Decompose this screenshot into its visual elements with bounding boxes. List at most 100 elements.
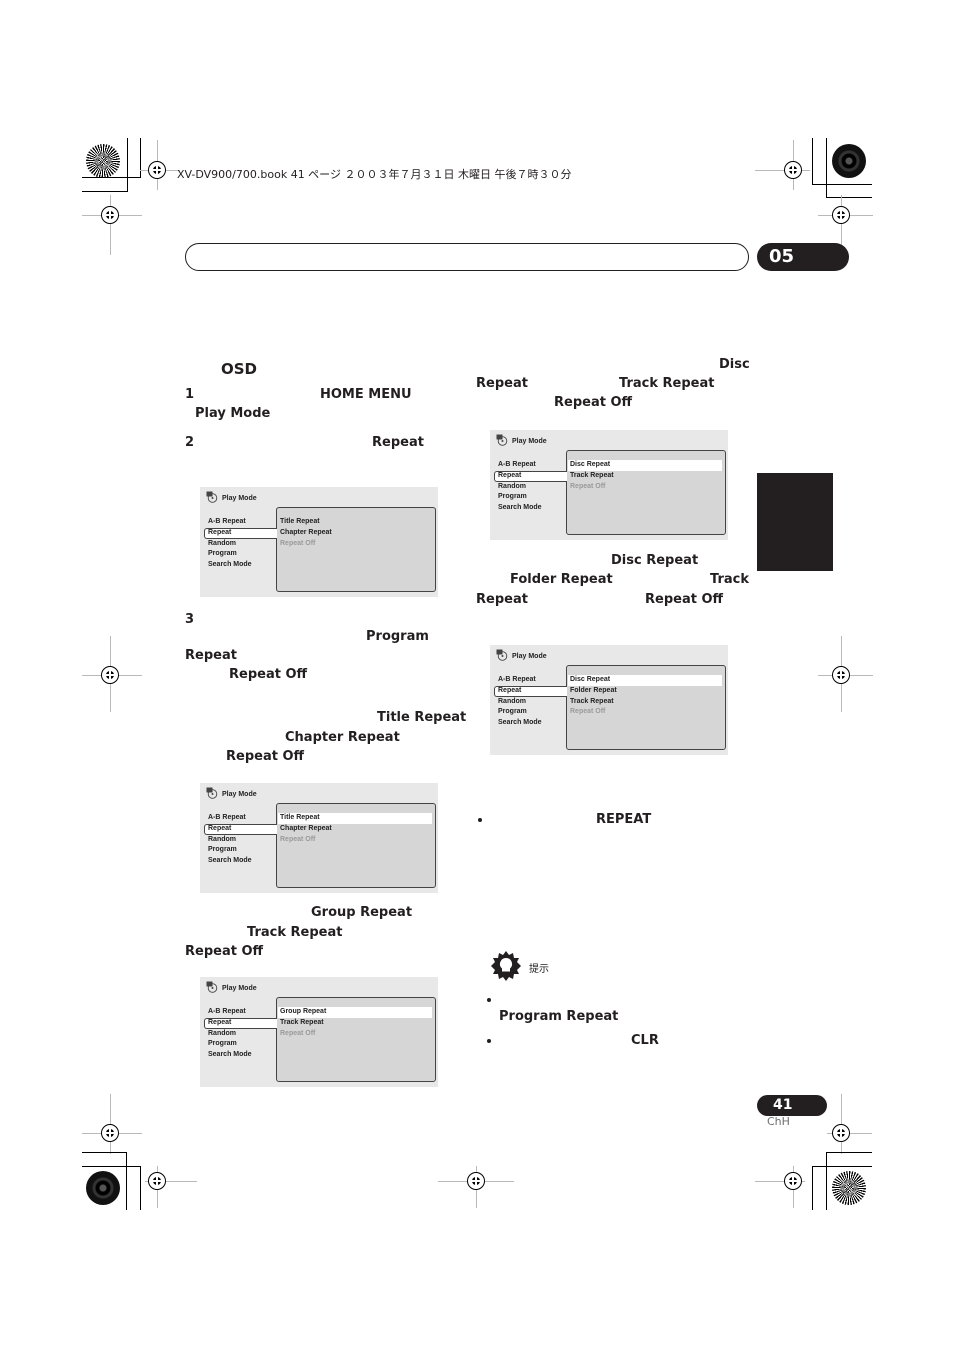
osd-menu-item[interactable]: Program xyxy=(498,707,542,718)
osd-menu-item[interactable]: Search Mode xyxy=(208,1050,252,1061)
registration-mark xyxy=(832,1124,850,1142)
key-track: Track xyxy=(710,572,749,587)
key-disc: Disc xyxy=(719,357,750,372)
osd-option-item: Repeat Off xyxy=(280,539,316,547)
osd-option-item[interactable]: Disc Repeat xyxy=(568,675,722,686)
osd-title: Play Mode xyxy=(222,985,257,992)
osd-menu-item[interactable]: Program xyxy=(208,845,252,856)
osd-menu-item[interactable]: A-B Repeat xyxy=(208,813,252,824)
osd-heading: OSD xyxy=(221,360,258,378)
reg-line xyxy=(110,195,111,255)
osd-menu-item[interactable]: Random xyxy=(208,1029,252,1040)
osd-menu-list: A-B Repeat Repeat Random Program Search Mode xyxy=(494,675,567,729)
osd-screen-play-mode: Play Mode A-B Repeat Repeat Random Program Se… xyxy=(200,977,438,1087)
crop-line xyxy=(826,1152,872,1153)
osd-title: Play Mode xyxy=(512,438,547,445)
page-number-badge: 41 xyxy=(757,1095,827,1116)
osd-title: Play Mode xyxy=(222,495,257,502)
osd-option-item[interactable]: Title Repeat xyxy=(280,517,432,528)
crop-starburst-top-left xyxy=(86,144,120,178)
osd-menu-item[interactable]: Repeat xyxy=(498,686,542,697)
osd-menu-item[interactable]: Search Mode xyxy=(498,718,542,729)
disc-play-mode-icon xyxy=(496,649,508,661)
osd-menu-item[interactable]: A-B Repeat xyxy=(498,675,542,686)
crop-line xyxy=(140,1166,141,1210)
osd-option-item[interactable]: Group Repeat xyxy=(278,1007,432,1018)
registration-mark xyxy=(101,666,119,684)
registration-mark xyxy=(101,1124,119,1142)
crop-line xyxy=(82,1152,127,1153)
step-number: 2 xyxy=(185,435,195,450)
crop-line xyxy=(812,184,872,185)
key-repeat-off: Repeat Off xyxy=(554,395,633,410)
crop-line xyxy=(127,138,128,192)
osd-screen-play-mode: Play Mode A-B Repeat Repeat Random Program Se… xyxy=(490,430,728,540)
key-group-repeat: Group Repeat xyxy=(311,905,413,920)
osd-option-list: Title Repeat Chapter Repeat Repeat Off xyxy=(280,517,432,549)
hint-lightbulb-icon xyxy=(491,951,521,981)
osd-menu-list: A-B Repeat Repeat Random Program Search Mode xyxy=(494,460,567,514)
crop-line xyxy=(826,1152,827,1210)
key-chapter-repeat: Chapter Repeat xyxy=(285,730,400,745)
osd-menu-item[interactable]: A-B Repeat xyxy=(208,1007,252,1018)
osd-menu-list: A-B Repeat Repeat Random Program Search Mode xyxy=(204,1007,277,1061)
crop-line xyxy=(812,1166,872,1167)
bullet xyxy=(487,1039,491,1043)
hint-label: 提示 xyxy=(529,964,549,975)
osd-option-item[interactable]: Folder Repeat xyxy=(570,686,722,697)
language-code: ChH xyxy=(767,1115,790,1128)
osd-menu-item[interactable]: Search Mode xyxy=(208,856,252,867)
osd-option-item[interactable]: Chapter Repeat xyxy=(280,824,432,835)
bullet xyxy=(478,818,482,822)
key-clr: CLR xyxy=(631,1033,659,1048)
osd-title: Play Mode xyxy=(512,653,547,660)
osd-menu-item[interactable]: Program xyxy=(208,549,252,560)
osd-option-item[interactable]: Disc Repeat xyxy=(568,460,722,471)
osd-menu-item[interactable]: Program xyxy=(498,492,542,503)
crop-line xyxy=(82,177,140,178)
registration-mark xyxy=(784,1172,802,1190)
osd-menu-item[interactable]: Search Mode xyxy=(498,503,542,514)
osd-menu-item[interactable]: Search Mode xyxy=(208,560,252,571)
registration-mark xyxy=(832,666,850,684)
crop-line xyxy=(812,1166,813,1210)
osd-option-item[interactable]: Track Repeat xyxy=(570,471,722,482)
key-title-repeat: Title Repeat xyxy=(377,710,467,725)
osd-menu-item[interactable]: A-B Repeat xyxy=(208,517,252,528)
disc-play-mode-icon xyxy=(206,981,218,993)
osd-screen-play-mode: Play Mode A-B Repeat Repeat Random Program Se… xyxy=(200,487,438,597)
registration-mark xyxy=(832,206,850,224)
registration-mark xyxy=(148,161,166,179)
disc-play-mode-icon xyxy=(206,491,218,503)
osd-option-list: Title Repeat Chapter Repeat Repeat Off xyxy=(278,813,432,845)
osd-menu-item[interactable]: Repeat xyxy=(208,824,252,835)
key-repeat-off: Repeat Off xyxy=(645,592,724,607)
osd-menu-item[interactable]: Repeat xyxy=(208,1018,252,1029)
osd-option-item[interactable]: Track Repeat xyxy=(570,697,722,708)
osd-menu-item[interactable]: Repeat xyxy=(208,528,252,539)
bullet xyxy=(487,998,491,1002)
language-side-tab xyxy=(757,473,833,571)
osd-menu-item[interactable]: Repeat xyxy=(498,471,542,482)
osd-menu-item[interactable]: Random xyxy=(208,539,252,550)
disc-play-mode-icon xyxy=(496,434,508,446)
osd-menu-item[interactable]: Random xyxy=(498,697,542,708)
key-disc-repeat: Disc Repeat xyxy=(611,553,699,568)
osd-menu-item[interactable]: A-B Repeat xyxy=(498,460,542,471)
key-repeat-off: Repeat Off xyxy=(185,944,264,959)
osd-menu-item[interactable]: Random xyxy=(208,835,252,846)
osd-option-item[interactable]: Title Repeat xyxy=(278,813,432,824)
osd-option-item[interactable]: Chapter Repeat xyxy=(280,528,432,539)
crop-starburst-bottom-left xyxy=(86,1171,120,1205)
osd-screen-play-mode: Play Mode A-B Repeat Repeat Random Program Se… xyxy=(200,783,438,893)
crop-line xyxy=(826,138,827,198)
crop-starburst-top-right xyxy=(832,144,866,178)
osd-option-item[interactable]: Track Repeat xyxy=(280,1018,432,1029)
key-program-repeat: Program Repeat xyxy=(499,1009,619,1024)
osd-title: Play Mode xyxy=(222,791,257,798)
osd-menu-item[interactable]: Program xyxy=(208,1039,252,1050)
osd-screen-play-mode: Play Mode A-B Repeat Repeat Random Program Se… xyxy=(490,645,728,755)
osd-menu-item[interactable]: Random xyxy=(498,482,542,493)
key-repeat: Repeat xyxy=(185,648,237,663)
registration-mark xyxy=(148,1172,166,1190)
